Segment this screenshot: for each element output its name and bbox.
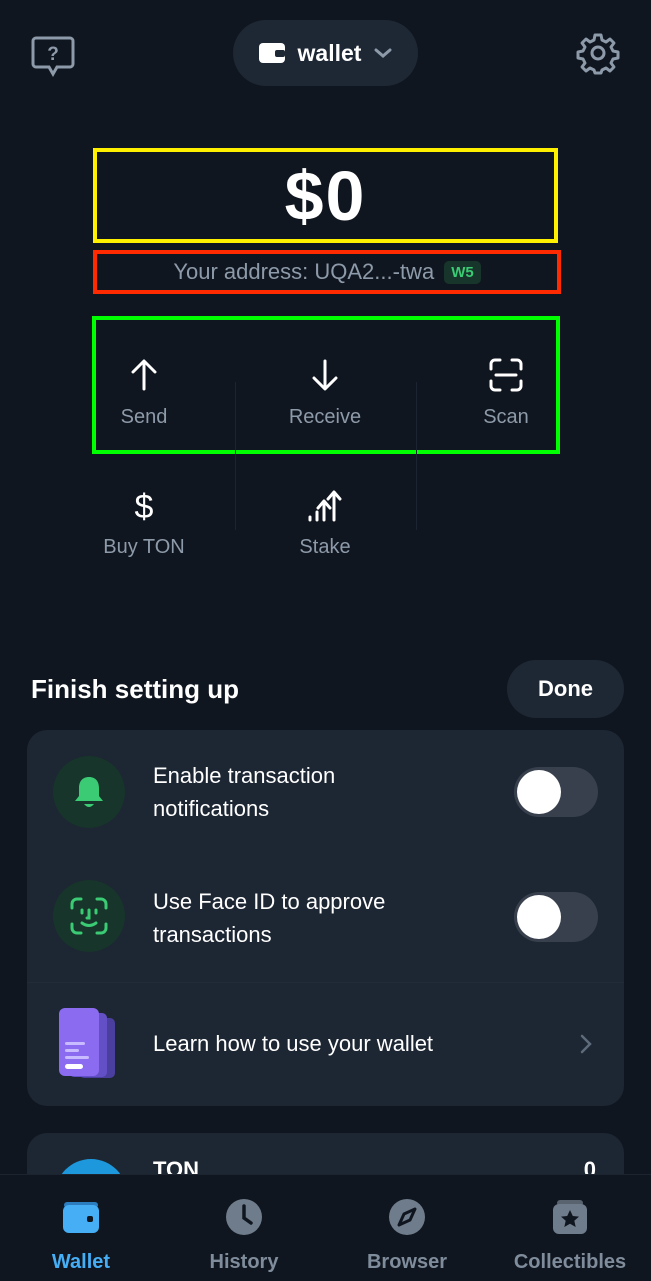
face-id-label-line1: Use Face ID to approve [153,889,386,914]
list-item[interactable]: Use Face ID to approve transactions [27,856,624,982]
setup-card: Enable transaction notifications Use Fac… [27,730,624,1106]
list-item[interactable]: Enable transaction notifications [27,730,624,856]
clock-icon [225,1197,263,1237]
toggle-knob [517,895,561,939]
tab-history-label: History [209,1251,279,1273]
notifications-toggle[interactable] [514,767,598,817]
receive-label: Receive [288,406,362,428]
address-highlight[interactable]: Your address: UQA2...-twa W5 [93,250,561,294]
tab-bar: Wallet History Browser Collectibles [0,1174,651,1281]
face-id-toggle[interactable] [514,892,598,942]
scan-icon [489,358,523,392]
done-button[interactable]: Done [507,660,624,718]
tab-wallet[interactable]: Wallet [0,1175,162,1281]
wallet-icon [258,43,285,63]
tab-browser[interactable]: Browser [326,1175,488,1281]
learn-wallet-label: Learn how to use your wallet [153,1031,434,1056]
notifications-label-line1: Enable transaction [153,763,336,788]
star-box-icon [551,1197,589,1237]
scan-button[interactable]: Scan [415,358,597,429]
face-id-icon [53,880,125,952]
wallet-name: wallet [297,39,362,66]
scan-label: Scan [483,406,529,428]
wallet-icon [61,1197,101,1237]
learn-wallet-row[interactable]: Learn how to use your wallet [27,982,624,1106]
settings-button[interactable] [576,31,620,75]
buy-ton-button[interactable]: $ Buy TON [53,488,235,559]
tab-browser-label: Browser [366,1251,448,1273]
stake-icon [308,490,342,522]
balance-amount: $0 [284,156,367,235]
buy-ton-label: Buy TON [103,536,185,558]
gear-icon [576,33,620,75]
tab-history[interactable]: History [163,1175,325,1281]
docs-stack-icon [57,1008,121,1080]
svg-text:?: ? [47,44,59,65]
version-badge: W5 [444,260,481,284]
chevron-right-icon [580,1034,592,1054]
balance-highlight: $0 [93,148,558,243]
help-button[interactable]: ? [31,35,75,78]
wallet-address[interactable]: Your address: UQA2...-twa [173,259,434,285]
face-id-label-line2: transactions [153,922,272,947]
wallet-selector[interactable]: wallet [233,20,418,86]
compass-icon [388,1197,426,1237]
receive-button[interactable]: Receive [234,358,416,429]
tab-collectibles[interactable]: Collectibles [489,1175,651,1281]
send-button[interactable]: Send [53,358,235,429]
tab-wallet-label: Wallet [51,1251,111,1273]
bell-icon [53,756,125,828]
send-label: Send [120,406,168,428]
arrow-up-icon [131,359,157,391]
dollar-icon: $ [135,488,154,524]
setup-section-title: Finish setting up [31,674,239,704]
notifications-label-line2: notifications [153,796,270,821]
svg-text:$: $ [135,488,154,524]
help-bubble-icon: ? [31,36,75,78]
arrow-down-icon [312,359,338,391]
stake-button[interactable]: Stake [234,488,416,559]
stake-label: Stake [299,536,351,558]
tab-collectibles-label: Collectibles [513,1251,627,1273]
chevron-down-icon [374,48,392,58]
toggle-knob [517,770,561,814]
